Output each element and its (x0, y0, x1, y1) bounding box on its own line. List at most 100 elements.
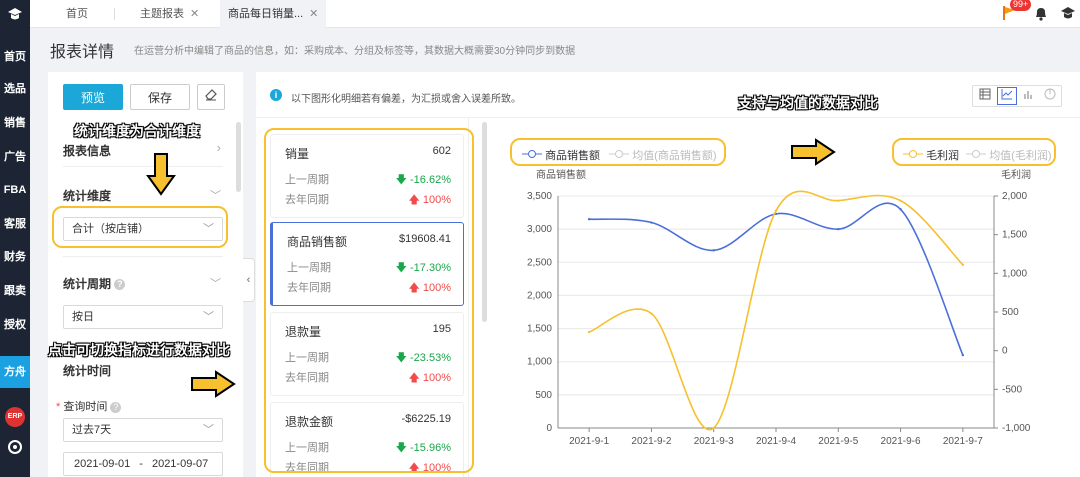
nav-item-fba[interactable]: FBA (0, 175, 30, 205)
y-tick-right: 0 (1002, 346, 1008, 357)
help-icon[interactable]: ? (110, 402, 122, 413)
data-point (961, 263, 965, 267)
data-point (837, 227, 840, 231)
table-icon[interactable] (976, 88, 994, 104)
x-tick-label: 2021-9-6 (881, 436, 921, 447)
erp-icon[interactable]: ERP (0, 400, 30, 430)
nav-item-auth[interactable]: 授权 (0, 310, 30, 340)
annotation-dimension: 统计维度为合计维度 (74, 123, 200, 139)
nav-item-fangzhou[interactable]: 方舟 (0, 356, 30, 388)
dimension-label: 统计维度 (63, 189, 112, 203)
query-time-value: 过去7天 (72, 424, 112, 436)
tab-reports[interactable]: 主题报表 ✕ (140, 0, 199, 28)
preview-button[interactable]: 预览 (63, 84, 123, 110)
x-tick-label: 2021-9-5 (818, 436, 858, 447)
tab-daily-sales[interactable]: 商品每日销量... ✕ (220, 0, 327, 28)
divider (114, 8, 115, 20)
chevron-right-icon[interactable]: › (217, 140, 221, 155)
period-select[interactable]: 按日 ﹀ (63, 305, 223, 329)
nav-item-selection[interactable]: 选品 (0, 74, 30, 104)
y-tick-left: 1,500 (527, 324, 552, 335)
highlight-box-dimension (52, 206, 228, 248)
period-label-text: 统计周期 (63, 277, 112, 291)
data-point (650, 221, 653, 224)
nav-item-ads[interactable]: 广告 (0, 142, 30, 172)
period-label: 统计周期 ? (63, 275, 126, 292)
data-point (712, 249, 715, 252)
y-tick-right: -1,000 (1002, 423, 1031, 434)
tab-bar: 首页 主题报表 ✕ 商品每日销量... ✕ 99+ (30, 0, 1080, 28)
arrow-down-icon (146, 152, 176, 199)
nav-item-finance[interactable]: 财务 (0, 242, 30, 272)
page-subtitle: 在运营分析中编辑了商品的信息，如：采购成本、分组及标签等，其数据大概需要30分钟… (134, 46, 576, 57)
date-range-input[interactable]: 2021-09-01-2021-09-07 (63, 452, 223, 476)
x-tick-label: 2021-9-2 (631, 436, 671, 447)
data-point (899, 199, 902, 202)
main-nav: 首页 选品 销售 广告 FBA 客服 财务 跟卖 授权 方舟 ERP (0, 0, 30, 477)
query-time-select[interactable]: 过去7天 ﹀ (63, 418, 223, 442)
hat-icon[interactable] (1060, 5, 1076, 24)
scrollbar[interactable] (236, 122, 241, 192)
help-icon[interactable]: ? (114, 279, 126, 291)
y-tick-left: 3,000 (527, 224, 552, 235)
report-info-label[interactable]: 报表信息 (63, 142, 111, 159)
series-line-profit (588, 190, 964, 431)
data-point (650, 312, 653, 315)
tab-label: 商品每日销量... (228, 8, 304, 20)
y-tick-left: 500 (535, 390, 552, 401)
save-button[interactable]: 保存 (130, 84, 190, 110)
info-icon: i (270, 89, 282, 101)
x-tick-label: 2021-9-3 (694, 436, 734, 447)
scrollbar[interactable] (482, 122, 487, 322)
line-chart-icon[interactable] (997, 87, 1017, 105)
y-axis-label-right: 毛利润 (1001, 168, 1031, 181)
date-from: 2021-09-01 (74, 458, 131, 470)
query-time-label: * 查询时间 ? (56, 398, 122, 414)
date-to: 2021-09-07 (151, 458, 209, 470)
bell-icon[interactable] (1034, 6, 1048, 24)
close-icon[interactable]: ✕ (309, 8, 318, 20)
arrow-right-icon (790, 138, 836, 169)
data-point (774, 209, 778, 212)
eraser-icon[interactable] (197, 84, 225, 110)
data-point (961, 353, 965, 357)
y-tick-left: 2,000 (527, 290, 552, 301)
y-tick-right: -500 (1002, 384, 1022, 395)
chevron-down-icon[interactable]: ﹀ (210, 187, 221, 203)
query-label-text: 查询时间 (63, 401, 108, 413)
annotation-switch: 点击可切换指标进行数据对比 (48, 342, 230, 358)
data-point (899, 208, 902, 211)
nav-item-follow[interactable]: 跟卖 (0, 276, 30, 306)
gear-icon[interactable] (0, 432, 30, 462)
period-value: 按日 (72, 311, 94, 323)
highlight-box-legend-right (892, 138, 1056, 166)
divider (63, 256, 223, 257)
info-text: 以下图形化明细若有偏差，为汇损或舍入误差所致。 (291, 94, 521, 105)
highlight-box-metrics (264, 128, 474, 473)
collapse-panel-button[interactable]: ‹ (243, 258, 255, 302)
data-point (837, 199, 840, 202)
page-header: 报表详情 在运营分析中编辑了商品的信息，如：采购成本、分组及标签等，其数据大概需… (30, 28, 1080, 68)
y-tick-left: 2,500 (527, 257, 552, 268)
pie-chart-icon[interactable] (1041, 88, 1059, 104)
tab-home[interactable]: 首页 (66, 0, 88, 28)
bar-chart-icon[interactable] (1020, 88, 1038, 104)
required-mark: * (56, 401, 61, 413)
nav-item-sales[interactable]: 销售 (0, 108, 30, 138)
x-tick-label: 2021-9-1 (569, 436, 609, 447)
hat-icon[interactable] (0, 4, 30, 36)
nav-item-service[interactable]: 客服 (0, 209, 30, 239)
nav-item-home[interactable]: 首页 (0, 42, 30, 72)
y-tick-left: 3,500 (527, 191, 552, 202)
y-tick-left: 1,000 (527, 357, 552, 368)
view-switcher (972, 85, 1062, 107)
highlight-box-legend-left (510, 138, 726, 166)
y-tick-right: 1,000 (1002, 268, 1027, 279)
chevron-down-icon: ﹀ (203, 424, 214, 436)
x-tick-label: 2021-9-4 (756, 436, 796, 447)
close-icon[interactable]: ✕ (190, 8, 199, 20)
y-tick-left: 0 (546, 423, 552, 434)
chevron-down-icon[interactable]: ﹀ (210, 275, 221, 291)
series-line-sales (589, 202, 964, 356)
y-tick-right: 2,000 (1002, 191, 1027, 202)
